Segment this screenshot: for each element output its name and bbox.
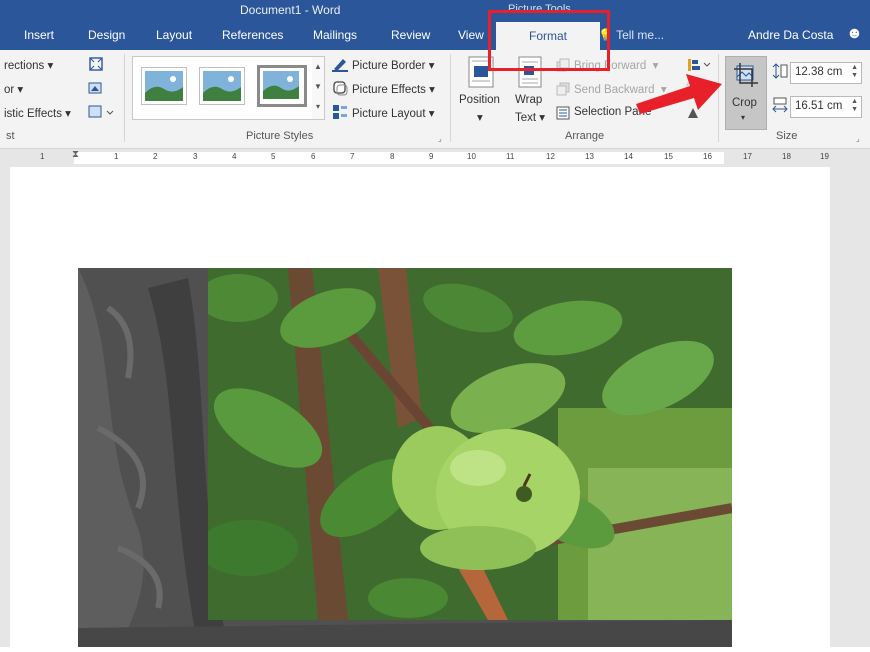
gallery-scroll[interactable]: ▲ ▼ ▾ [312,56,325,120]
share-person-icon[interactable]: ☻ [846,25,864,43]
ruler-tick: 3 [193,152,198,161]
ruler-tick: 8 [390,152,395,161]
selection-pane-icon [556,106,570,120]
crop-caret-icon[interactable]: ▾ [741,113,745,122]
style-thumb-3[interactable] [257,65,307,107]
gallery-down-icon[interactable]: ▼ [312,77,324,97]
horizontal-ruler[interactable]: 1 1 2 3 4 5 6 7 8 9 10 11 12 13 14 15 16… [0,149,870,167]
tab-mailings[interactable]: Mailings [313,28,357,42]
picture-styles-gallery[interactable] [132,56,314,120]
crop-label: Crop [732,97,757,109]
ruler-tick: 9 [429,152,434,161]
indent-marker-icon[interactable]: ⧗ [72,149,79,160]
size-group-label: Size [776,130,798,142]
corrections-button[interactable]: rections ▾ [4,58,53,72]
dialog-launcher-icon[interactable]: ⌟ [438,134,442,143]
shape-width-icon [772,97,788,113]
wrap-text-label-1[interactable]: Wrap [515,94,542,106]
color-button[interactable]: or ▾ [4,82,23,96]
ruler-tick: 1 [114,152,119,161]
tab-view[interactable]: View [458,28,484,42]
ribbon-format: rections ▾ or ▾ istic Effects ▾ st ▲ ▼ ▾… [0,50,870,149]
change-picture-icon[interactable] [88,80,104,96]
reset-picture-icon[interactable] [88,104,116,120]
ruler-tick: 4 [232,152,237,161]
title-bar: Document1 - Word Picture Tools [0,0,870,22]
send-backward-icon [556,82,570,96]
artistic-effects-button[interactable]: istic Effects ▾ [4,106,71,120]
ruler-tick: 1 [40,152,45,161]
picture-styles-group-label: Picture Styles [246,130,314,142]
picture-layout-button[interactable]: Picture Layout ▾ [352,106,434,120]
position-caret-icon[interactable]: ▾ [477,110,483,124]
wrap-text-label-2[interactable]: Text ▾ [515,110,545,124]
ruler-tick: 19 [820,152,829,161]
ruler-tick: 14 [624,152,633,161]
tab-references[interactable]: References [222,28,283,42]
wrap-text-label-2-text: Text [515,112,537,124]
crop-button[interactable]: Crop ▾ [725,56,767,130]
picture-effects-button[interactable]: Picture Effects ▾ [352,82,435,96]
height-field[interactable]: 12.38 cm ▲ ▼ [790,62,862,84]
tab-design[interactable]: Design [88,28,125,42]
ruler-tick: 10 [467,152,476,161]
height-spinner[interactable]: ▲ ▼ [851,64,858,80]
ruler-tick: 5 [271,152,276,161]
style-thumb-2[interactable] [199,67,245,105]
separator [450,54,451,142]
user-name[interactable]: Andre Da Costa [748,28,833,42]
tab-layout[interactable]: Layout [156,28,192,42]
width-value: 16.51 cm [795,100,843,112]
window-title: Document1 - Word [240,3,341,17]
ruler-tick: 17 [743,152,752,161]
ruler-tick: 12 [546,152,555,161]
adjust-group-label: st [6,130,15,142]
compress-pictures-icon[interactable] [88,56,104,72]
separator [124,54,125,142]
ruler-tick: 2 [153,152,158,161]
tell-me-label: Tell me... [616,28,665,42]
picture-effects-icon [332,80,348,96]
gallery-up-icon[interactable]: ▲ [312,57,324,77]
style-thumb-1[interactable] [141,67,187,105]
size-dialog-launcher-icon[interactable]: ⌟ [856,134,860,143]
ruler-tick: 16 [703,152,712,161]
ruler-tick: 18 [782,152,791,161]
ruler-tick: 7 [350,152,355,161]
crop-icon [734,63,758,87]
gallery-more-icon[interactable]: ▾ [312,97,324,117]
shape-height-icon [772,63,788,79]
picture-layout-label: Picture Layout [352,108,426,120]
tab-insert[interactable]: Insert [24,28,54,42]
format-tab-highlight [488,10,610,71]
apple-photo-graphic [198,268,733,620]
picture-effects-label: Picture Effects [352,84,426,96]
width-field[interactable]: 16.51 cm ▲ ▼ [790,96,862,118]
picture-border-icon [332,56,348,72]
height-value: 12.38 cm [795,66,843,78]
ribbon-tabs: Insert Design Layout References Mailings… [0,22,870,50]
apple-photo[interactable] [198,268,733,620]
ruler-tick: 13 [585,152,594,161]
position-button[interactable]: Position [459,94,500,106]
picture-border-label: Picture Border [352,60,426,72]
arrange-group-label: Arrange [565,130,605,142]
red-arrow-pointer [636,74,722,114]
width-spinner[interactable]: ▲ ▼ [851,98,858,114]
ruler-tick: 11 [506,152,515,161]
ruler-tick: 6 [311,152,316,161]
ruler-tick: 15 [664,152,673,161]
picture-layout-icon [332,104,348,120]
picture-border-button[interactable]: Picture Border ▾ [352,58,434,72]
tab-review[interactable]: Review [391,28,430,42]
